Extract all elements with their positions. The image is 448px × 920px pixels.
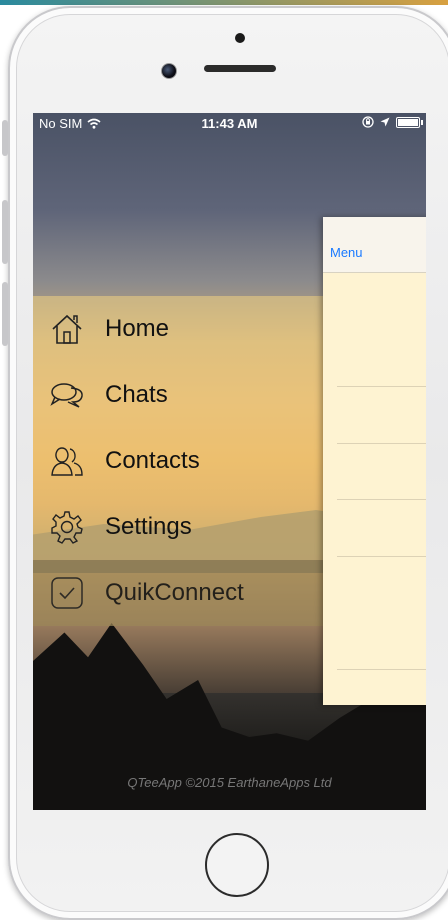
menu-item-home[interactable]: Home (33, 296, 333, 362)
home-button[interactable] (205, 833, 269, 897)
home-icon (52, 314, 82, 344)
earpiece-speaker (204, 65, 276, 72)
battery-icon (396, 116, 423, 128)
top-accent-bar (0, 0, 448, 5)
volume-down-button[interactable] (2, 282, 8, 346)
status-bar: No SIM 11:43 AM (33, 113, 426, 133)
copyright-footer: QTeeApp ©2015 EarthaneApps Ltd (127, 775, 332, 790)
location-arrow-icon (380, 117, 390, 127)
menu-item-label: Contacts (105, 447, 200, 474)
table-separator (337, 669, 426, 670)
menu-item-label: Chats (105, 381, 168, 408)
chat-bubbles-icon (50, 383, 83, 408)
phone-screen: No SIM 11:43 AM Home Chats Contacts Sett… (33, 113, 426, 810)
gear-icon (51, 511, 83, 544)
menu-item-label: Home (105, 315, 170, 342)
main-content-pane[interactable]: Menu (323, 217, 426, 705)
table-separator (337, 556, 426, 557)
front-camera (161, 63, 177, 79)
menu-item-contacts[interactable]: Contacts (33, 428, 333, 494)
menu-item-label: Settings (105, 513, 192, 540)
menu-item-chats[interactable]: Chats (33, 362, 333, 428)
table-separator (337, 499, 426, 500)
proximity-sensor (235, 33, 245, 43)
table-separator (337, 443, 426, 444)
menu-item-settings[interactable]: Settings (33, 494, 333, 560)
nav-menu-button[interactable]: Menu (330, 245, 363, 260)
mute-switch[interactable] (2, 120, 8, 156)
volume-up-button[interactable] (2, 200, 8, 264)
navigation-bar: Menu (323, 217, 426, 273)
rotation-lock-icon (362, 116, 374, 128)
table-separator (337, 386, 426, 387)
contacts-icon (51, 447, 83, 476)
